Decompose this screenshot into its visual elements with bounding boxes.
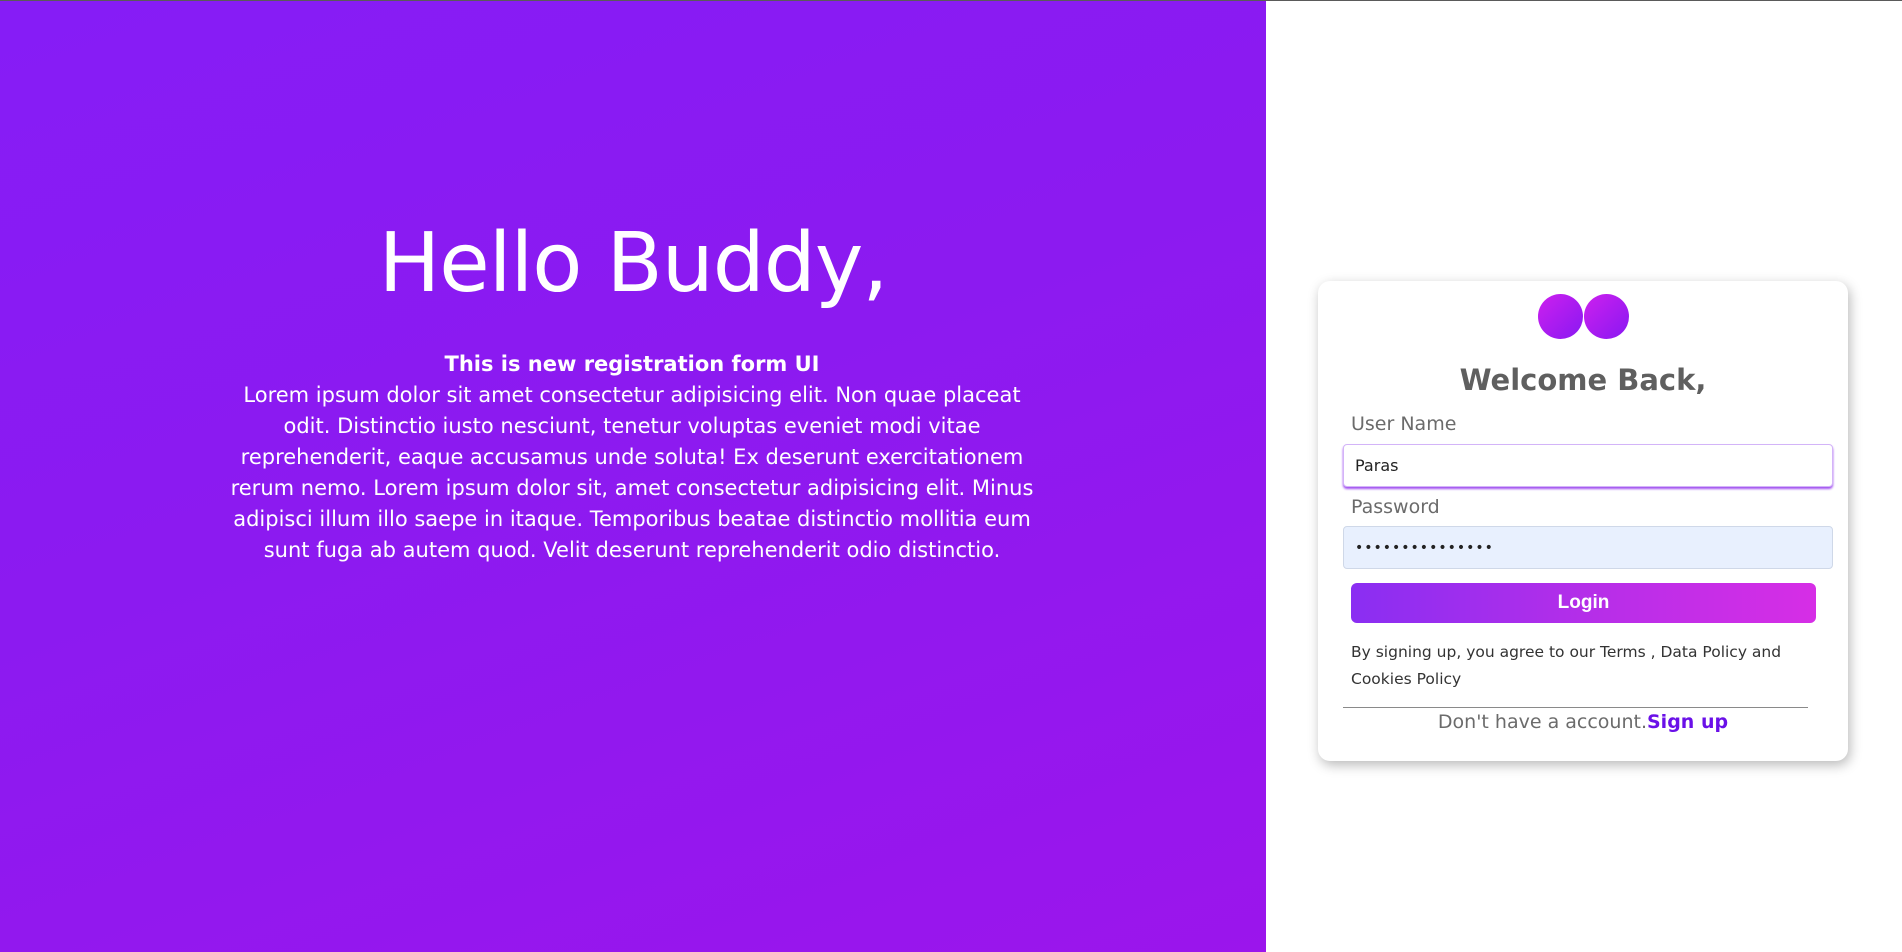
welcome-heading: Welcome Back,	[1459, 363, 1707, 397]
username-input[interactable]	[1343, 444, 1833, 487]
signup-prompt: Don't have a account.	[1437, 711, 1647, 733]
two-circles-logo-icon	[1538, 294, 1630, 340]
divider	[1343, 707, 1808, 708]
hero-subtitle: This is new registration form UI	[444, 352, 820, 376]
page: Hello Buddy, This is new registration fo…	[0, 0, 1902, 952]
password-label: Password	[1351, 496, 1440, 518]
logo-circle-left	[1538, 294, 1583, 339]
signup-row: Don't have a account.Sign up	[1318, 711, 1848, 733]
hero-description: This is new registration form UI Lorem i…	[226, 349, 1038, 566]
hero-title: Hello Buddy,	[378, 216, 889, 311]
username-label: User Name	[1351, 413, 1457, 435]
logo-circle-right	[1584, 294, 1629, 339]
policy-text: By signing up, you agree to our Terms , …	[1351, 643, 1782, 688]
login-card: Welcome Back, User Name Password Login B…	[1318, 281, 1848, 761]
signup-link[interactable]: Sign up	[1647, 711, 1728, 733]
login-button[interactable]: Login	[1351, 583, 1816, 623]
hero-body-text: Lorem ipsum dolor sit amet consectetur a…	[230, 383, 1034, 562]
login-panel: Welcome Back, User Name Password Login B…	[1266, 1, 1902, 952]
password-input[interactable]	[1343, 526, 1833, 569]
hero-panel: Hello Buddy, This is new registration fo…	[0, 1, 1266, 952]
